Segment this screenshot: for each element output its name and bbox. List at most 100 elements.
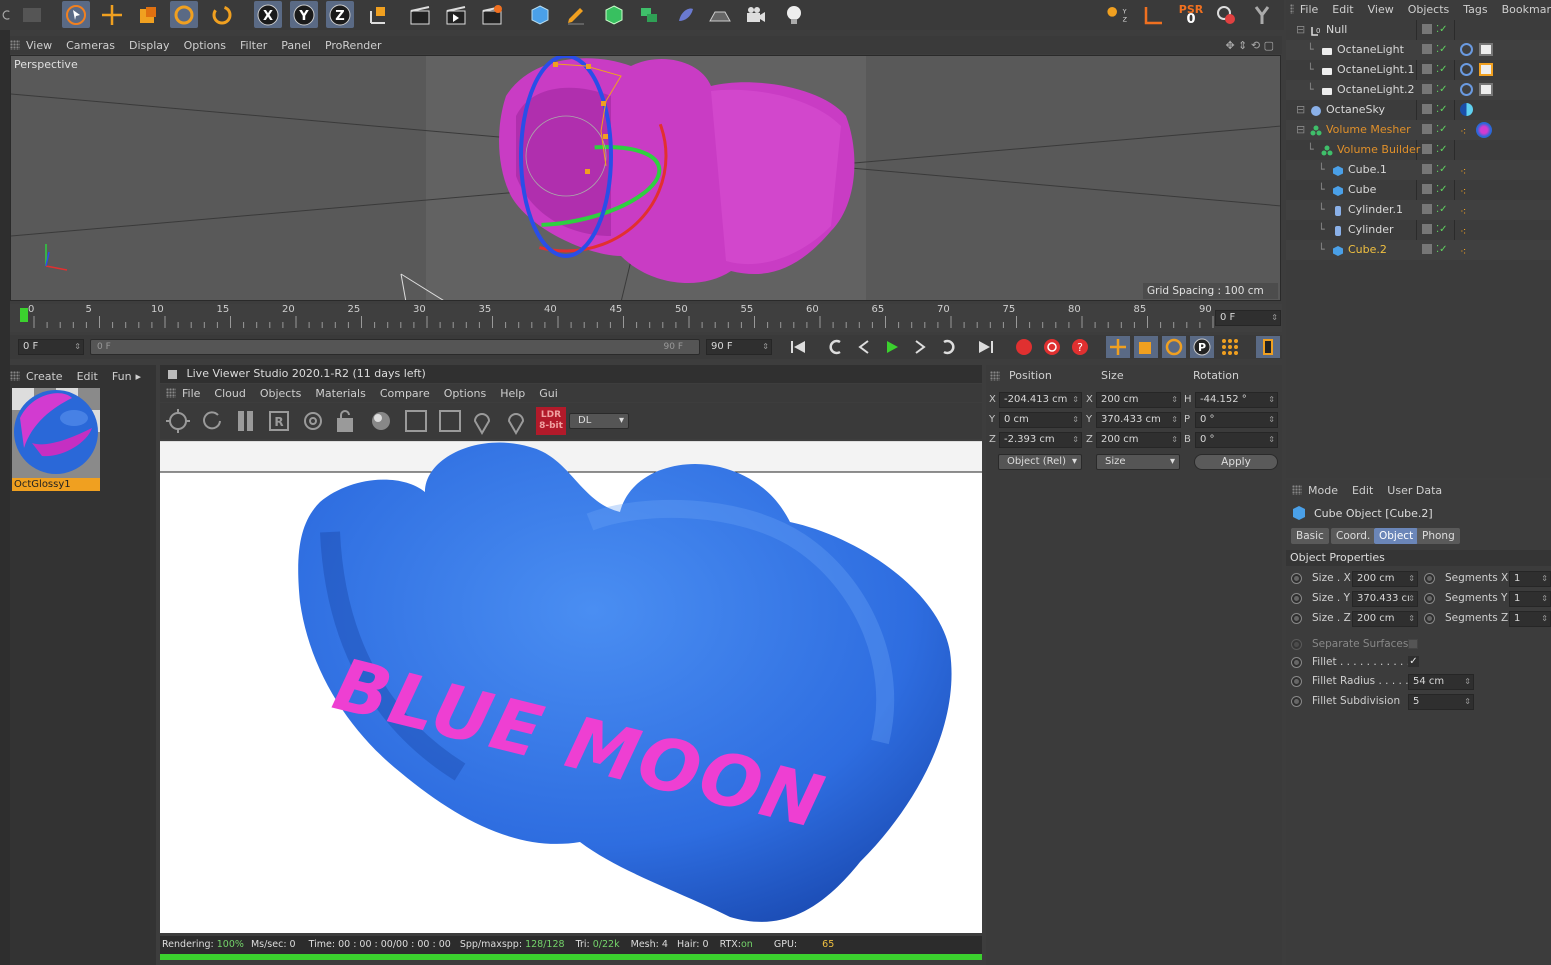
kernel-select[interactable]: DL bbox=[569, 413, 629, 429]
am-menu-edit[interactable]: Edit bbox=[1352, 484, 1373, 497]
rot-h-field[interactable]: -44.152 ° bbox=[1195, 392, 1278, 408]
tab-object[interactable]: Object bbox=[1374, 528, 1419, 544]
menu-panel[interactable]: Panel bbox=[281, 39, 311, 52]
object-row[interactable]: └ OctaneLight.2 ⁚✓ bbox=[1286, 80, 1551, 100]
size-y-input[interactable]: 370.433 cı bbox=[1352, 591, 1418, 607]
segments-y-input[interactable]: 1 bbox=[1509, 591, 1551, 607]
menu-cameras[interactable]: Cameras bbox=[66, 39, 115, 52]
rotate-tool-icon[interactable] bbox=[170, 1, 198, 28]
subdivision-surface-icon[interactable] bbox=[600, 1, 628, 28]
redo-icon[interactable] bbox=[18, 1, 46, 28]
object-row[interactable]: ⊟ OctaneSky ⁚✓ bbox=[1286, 100, 1551, 120]
timeline-window-icon[interactable] bbox=[1256, 336, 1280, 358]
snap-icon[interactable] bbox=[1212, 1, 1240, 28]
chevron-right-icon[interactable]: ▸ bbox=[136, 370, 142, 383]
visibility-check-icon[interactable]: ⁚✓ bbox=[1436, 80, 1448, 100]
phong-tag-icon[interactable]: ⁖ bbox=[1460, 242, 1466, 262]
tab-coord[interactable]: Coord. bbox=[1331, 528, 1376, 544]
phong-tag-icon[interactable]: ⁖ bbox=[1460, 162, 1466, 182]
object-row[interactable]: ⊟ Volume Mesher ⁚✓ ⁖ bbox=[1286, 120, 1551, 140]
octane-sky-tag-icon[interactable] bbox=[1460, 103, 1473, 116]
current-frame-field[interactable]: 0 F bbox=[1215, 310, 1281, 326]
move-tool-icon[interactable] bbox=[98, 1, 126, 28]
layer-icon[interactable] bbox=[1422, 224, 1432, 234]
point-level-track-icon[interactable] bbox=[1218, 336, 1242, 358]
menu-filter[interactable]: Filter bbox=[240, 39, 267, 52]
render-settings-icon[interactable] bbox=[478, 1, 506, 28]
om-menu-bookmarks[interactable]: Bookmar bbox=[1502, 3, 1551, 16]
coord-mode-select[interactable]: Object (Rel) bbox=[998, 454, 1082, 470]
light-tag-icon[interactable] bbox=[1479, 63, 1493, 76]
layer-icon[interactable] bbox=[1422, 64, 1432, 74]
layer-icon[interactable] bbox=[1422, 44, 1432, 54]
om-menu-file[interactable]: File bbox=[1300, 3, 1318, 16]
y-axis-lock-icon[interactable]: Y bbox=[290, 1, 318, 28]
menu-options[interactable]: Options bbox=[184, 39, 226, 52]
size-mode-select[interactable]: Size bbox=[1096, 454, 1180, 470]
end-frame-field[interactable]: 90 F bbox=[706, 339, 772, 355]
phong-tag-icon[interactable]: ⁖ bbox=[1460, 222, 1466, 242]
octane-light-tag-icon[interactable] bbox=[1460, 83, 1473, 96]
menu-view[interactable]: View bbox=[26, 39, 52, 52]
visibility-check-icon[interactable]: ⁚✓ bbox=[1436, 140, 1448, 160]
rotation-track-icon[interactable] bbox=[1162, 336, 1186, 358]
phong-tag-icon[interactable]: ⁖ bbox=[1460, 182, 1466, 202]
menu-fun[interactable]: Fun bbox=[112, 370, 132, 383]
record-key-icon[interactable] bbox=[1012, 336, 1036, 358]
frame-range-slider[interactable]: 0 F 90 F bbox=[90, 339, 700, 355]
cube-primitive-icon[interactable] bbox=[526, 1, 554, 28]
segments-x-animate-icon[interactable] bbox=[1424, 573, 1435, 584]
layer-icon[interactable] bbox=[1422, 164, 1432, 174]
pos-z-field[interactable]: -2.393 cm bbox=[999, 432, 1082, 448]
octane-light-tag-icon[interactable] bbox=[1460, 43, 1473, 56]
menu-create[interactable]: Create bbox=[26, 370, 63, 383]
visibility-check-icon[interactable]: ⁚✓ bbox=[1436, 100, 1448, 120]
tab-phong[interactable]: Phong bbox=[1417, 528, 1460, 544]
layer-icon[interactable] bbox=[1422, 124, 1432, 134]
fillet-radius-input[interactable]: 54 cm bbox=[1408, 674, 1474, 690]
object-row[interactable]: └ OctaneLight ⁚✓ bbox=[1286, 40, 1551, 60]
segments-y-animate-icon[interactable] bbox=[1424, 593, 1435, 604]
size-z-animate-icon[interactable] bbox=[1291, 613, 1302, 624]
object-row[interactable]: └ Cube.2 ⁚✓ ⁖ bbox=[1286, 240, 1551, 260]
axis-mode-icon[interactable]: YZ bbox=[1100, 1, 1134, 28]
visibility-check-icon[interactable]: ⁚✓ bbox=[1436, 220, 1448, 240]
light-icon[interactable] bbox=[780, 1, 808, 28]
psr-icon[interactable]: PSR 0 bbox=[1174, 1, 1208, 28]
object-row[interactable]: └ OctaneLight.1 ⁚✓ bbox=[1286, 60, 1551, 80]
visibility-check-icon[interactable]: ⁚✓ bbox=[1436, 40, 1448, 60]
apply-button[interactable]: Apply bbox=[1194, 454, 1278, 470]
select-tool-icon[interactable] bbox=[62, 1, 90, 28]
timeline-ruler[interactable] bbox=[10, 304, 1282, 332]
render-picture-viewer-icon[interactable] bbox=[442, 1, 470, 28]
segments-z-animate-icon[interactable] bbox=[1424, 613, 1435, 624]
am-menu-mode[interactable]: Mode bbox=[1308, 484, 1338, 497]
menu-prorender[interactable]: ProRender bbox=[325, 39, 382, 52]
fillet-subdivision-animate-icon[interactable] bbox=[1291, 696, 1302, 707]
lv-menu-materials[interactable]: Materials bbox=[315, 387, 365, 400]
ldr-toggle[interactable]: LDR 8-bit bbox=[536, 407, 566, 435]
visibility-check-icon[interactable]: ⁚✓ bbox=[1436, 200, 1448, 220]
om-menu-tags[interactable]: Tags bbox=[1463, 3, 1487, 16]
scale-tool-icon[interactable] bbox=[134, 1, 162, 28]
texture-tag-icon[interactable]: ⁖ bbox=[1460, 122, 1466, 142]
object-row[interactable]: └ Cylinder.1 ⁚✓ ⁖ bbox=[1286, 200, 1551, 220]
om-menu-edit[interactable]: Edit bbox=[1332, 3, 1353, 16]
octane-light-tag-icon[interactable] bbox=[1460, 63, 1473, 76]
undo-icon[interactable] bbox=[0, 1, 14, 28]
segments-x-input[interactable]: 1 bbox=[1509, 571, 1551, 587]
rot-b-field[interactable]: 0 ° bbox=[1195, 432, 1278, 448]
position-track-icon[interactable] bbox=[1106, 336, 1130, 358]
size-x-input[interactable]: 200 cm bbox=[1352, 571, 1418, 587]
layer-icon[interactable] bbox=[1422, 204, 1432, 214]
object-row[interactable]: └ Cube.1 ⁚✓ ⁖ bbox=[1286, 160, 1551, 180]
layer-icon[interactable] bbox=[1422, 244, 1432, 254]
visibility-check-icon[interactable]: ⁚✓ bbox=[1436, 120, 1448, 140]
lv-menu-compare[interactable]: Compare bbox=[380, 387, 430, 400]
size-z-input[interactable]: 200 cm bbox=[1352, 611, 1418, 627]
pos-y-field[interactable]: 0 cm bbox=[999, 412, 1082, 428]
start-frame-field[interactable]: 0 F bbox=[18, 339, 84, 355]
material-item[interactable]: OctGlossy1 bbox=[12, 388, 100, 491]
object-row[interactable]: ⊟ 0 Null ⁚✓ bbox=[1286, 20, 1551, 40]
viewport-nav-icons[interactable]: ✥ ⇕ ⟲ ▢ bbox=[1225, 39, 1274, 52]
